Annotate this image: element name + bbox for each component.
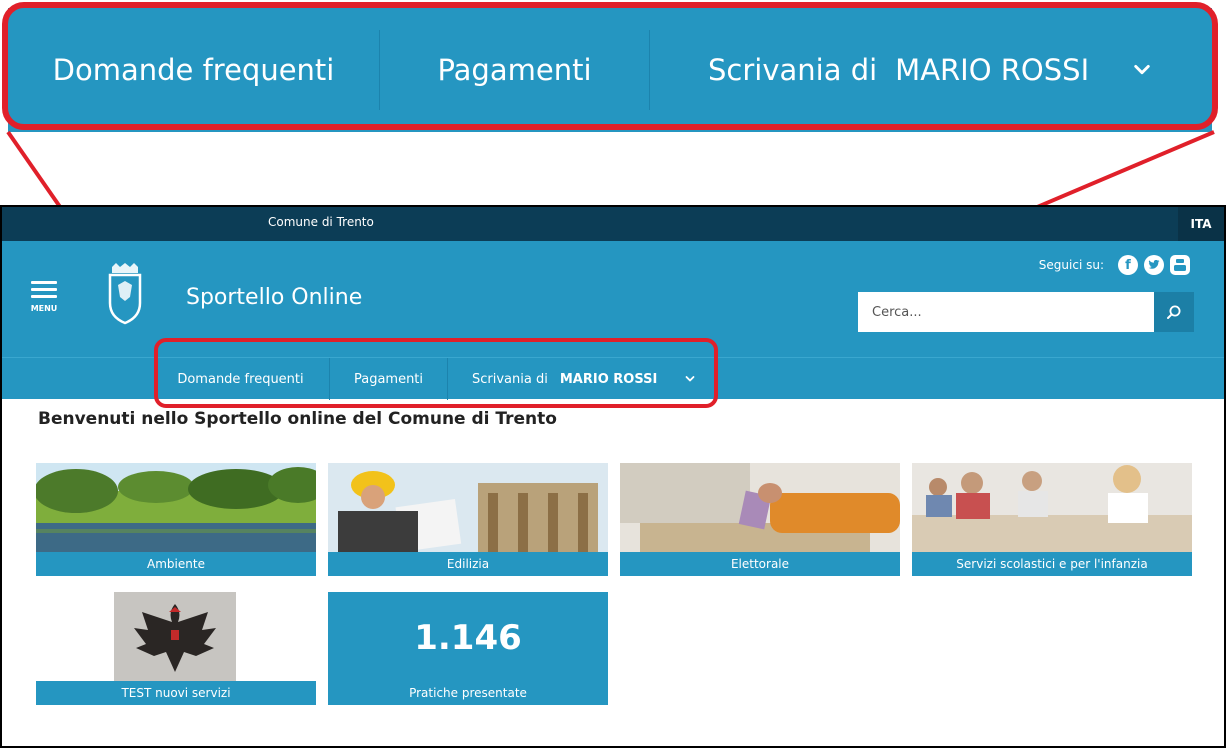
- nav-faq[interactable]: Domande frequenti: [152, 358, 330, 400]
- site-title[interactable]: Sportello Online: [186, 285, 362, 310]
- page-title: Benvenuti nello Sportello online del Com…: [38, 409, 557, 429]
- zoom-user-name: MARIO ROSSI: [895, 53, 1090, 87]
- servizi-scolastici-image: [912, 463, 1192, 552]
- chevron-down-icon: [1134, 64, 1150, 75]
- edilizia-image: [328, 463, 608, 552]
- tile-label: Ambiente: [36, 552, 316, 576]
- zoom-nav-payments[interactable]: Pagamenti: [380, 30, 650, 110]
- search-input[interactable]: [858, 292, 1154, 332]
- nav-desk-prefix: Scrivania di: [472, 371, 548, 387]
- ambiente-image: [36, 463, 316, 552]
- zoom-nav-faq[interactable]: Domande frequenti: [8, 30, 380, 110]
- elettorale-image: [620, 463, 900, 552]
- tile-label: Edilizia: [328, 552, 608, 576]
- pratiche-count: 1.146: [414, 618, 522, 658]
- zoom-payments-label: Pagamenti: [437, 53, 592, 87]
- nav-faq-label: Domande frequenti: [177, 371, 304, 387]
- tile-ambiente[interactable]: Ambiente: [36, 463, 316, 576]
- zoomed-navbar: Domande frequenti Pagamenti Scrivania di…: [8, 8, 1212, 132]
- top-bar: Comune di Trento ITA: [2, 207, 1224, 241]
- nav-payments[interactable]: Pagamenti: [330, 358, 448, 400]
- menu-label: MENU: [30, 304, 58, 313]
- menu-button[interactable]: MENU: [24, 277, 64, 317]
- social-links: Seguici su: f: [1039, 255, 1190, 275]
- tile-edilizia[interactable]: Edilizia: [328, 463, 608, 576]
- nav-payments-label: Pagamenti: [353, 371, 424, 387]
- tile-label: Elettorale: [620, 552, 900, 576]
- search-button[interactable]: [1154, 292, 1194, 332]
- nav-user-desk[interactable]: Scrivania di MARIO ROSSI: [448, 358, 712, 400]
- tile-elettorale[interactable]: Elettorale: [620, 463, 900, 576]
- follow-label: Seguici su:: [1038, 258, 1104, 272]
- crest-logo-icon[interactable]: [106, 263, 144, 325]
- zoom-nav-user-desk[interactable]: Scrivania di MARIO ROSSI: [650, 30, 1210, 110]
- zoom-faq-label: Domande frequenti: [52, 53, 335, 87]
- tile-pratiche-presentate[interactable]: 1.146 Pratiche presentate: [328, 592, 608, 705]
- zoom-callout: Domande frequenti Pagamenti Scrivania di…: [0, 0, 1226, 140]
- search-icon: [1167, 305, 1181, 319]
- tile-label: TEST nuovi servizi: [36, 681, 316, 705]
- youtube-icon[interactable]: [1170, 255, 1190, 275]
- org-name-link[interactable]: Comune di Trento: [268, 215, 374, 229]
- zoom-desk-prefix: Scrivania di: [708, 53, 878, 87]
- tile-servizi-scolastici[interactable]: Servizi scolastici e per l'infanzia: [912, 463, 1192, 576]
- twitter-icon[interactable]: [1144, 255, 1164, 275]
- facebook-icon[interactable]: f: [1118, 255, 1138, 275]
- eagle-crest-image: [36, 592, 316, 681]
- pratiche-label: Pratiche presentate: [409, 686, 527, 700]
- site-screenshot: Comune di Trento ITA MENU Sportello Onli…: [0, 205, 1226, 748]
- main-navbar: Domande frequenti Pagamenti Scrivania di…: [2, 357, 1224, 400]
- site-header: MENU Sportello Online Seguici su: f: [2, 241, 1224, 357]
- chevron-down-icon: [685, 376, 695, 382]
- language-selector[interactable]: ITA: [1178, 207, 1224, 241]
- nav-user-name: MARIO ROSSI: [559, 371, 658, 387]
- hamburger-icon: [24, 281, 64, 298]
- tile-label: Servizi scolastici e per l'infanzia: [912, 552, 1192, 576]
- tile-test-nuovi-servizi[interactable]: TEST nuovi servizi: [36, 592, 316, 705]
